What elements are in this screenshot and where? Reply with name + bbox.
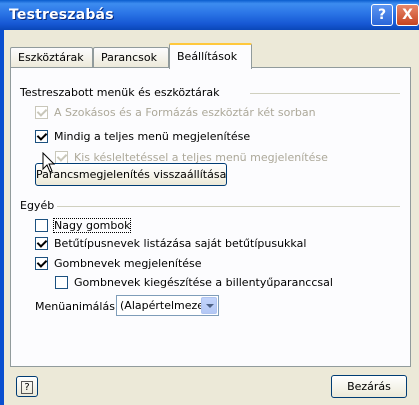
mouse-pointer-icon bbox=[42, 152, 56, 173]
tab-toolbars-label: Eszköztárak bbox=[18, 51, 84, 64]
window-title: Testreszabás bbox=[9, 7, 114, 23]
large-icons-checkbox[interactable] bbox=[35, 219, 48, 232]
titlebar-help-button[interactable]: ? bbox=[371, 4, 393, 26]
menu-animation-select[interactable]: (Alapértelmezett) bbox=[116, 295, 219, 316]
two-rows-label: A Szokásos és a Formázás eszköztár két s… bbox=[54, 106, 316, 119]
other-group-heading: Egyéb bbox=[20, 199, 55, 212]
dropdown-arrow-icon[interactable] bbox=[201, 297, 217, 314]
reset-usage-button[interactable]: Parancsmegjelenítés visszaállítása bbox=[35, 163, 227, 186]
screentips-label: Gombnevek megjelenítése bbox=[54, 257, 202, 270]
full-menus-checkbox[interactable] bbox=[35, 130, 48, 143]
customize-dialog: Testreszabás ? X Eszköztárak Parancsok B… bbox=[0, 0, 419, 405]
option-full-menus[interactable]: Mindig a teljes menü megjelenítése bbox=[35, 130, 250, 143]
close-button[interactable]: Bezárás bbox=[331, 375, 407, 398]
two-rows-checkbox[interactable] bbox=[35, 106, 48, 119]
option-large-icons[interactable]: Nagy gombok bbox=[35, 218, 132, 233]
window-frame bbox=[0, 30, 4, 405]
option-font-names[interactable]: Betűtípusnevek listázása saját betűtípus… bbox=[35, 237, 306, 250]
option-two-rows[interactable]: A Szokásos és a Formázás eszköztár két s… bbox=[35, 106, 316, 119]
font-names-label: Betűtípusnevek listázása saját betűtípus… bbox=[54, 237, 307, 250]
help-icon: ? bbox=[21, 381, 33, 394]
other-group-divider bbox=[57, 206, 400, 207]
tab-toolbars[interactable]: Eszköztárak bbox=[10, 47, 93, 68]
help-button[interactable]: ? bbox=[16, 376, 38, 397]
tab-bar: Eszköztárak Parancsok Beállítások bbox=[10, 43, 410, 69]
shortcut-keys-label: Gombnevek kiegészítése a billentyűparanc… bbox=[74, 276, 333, 289]
menus-group-divider bbox=[250, 93, 400, 94]
menus-group-heading: Testreszabott menük és eszköztárak bbox=[20, 86, 220, 99]
option-shortcut-keys[interactable]: Gombnevek kiegészítése a billentyűparanc… bbox=[55, 276, 333, 289]
full-menus-label: Mindig a teljes menü megjelenítése bbox=[54, 130, 251, 143]
tab-commands[interactable]: Parancsok bbox=[93, 47, 169, 68]
shortcut-keys-checkbox[interactable] bbox=[55, 276, 68, 289]
option-screentips[interactable]: Gombnevek megjelenítése bbox=[35, 257, 202, 270]
tab-options[interactable]: Beállítások bbox=[169, 43, 252, 69]
large-icons-label: Nagy gombok bbox=[52, 218, 132, 233]
tab-commands-label: Parancsok bbox=[101, 51, 157, 64]
titlebar-close-button[interactable]: X bbox=[396, 4, 419, 26]
menu-animation-label: Menüanimálás: bbox=[35, 300, 119, 313]
tab-options-label: Beállítások bbox=[177, 50, 238, 63]
title-bar[interactable]: Testreszabás ? X bbox=[0, 0, 419, 30]
font-names-checkbox[interactable] bbox=[35, 237, 48, 250]
screentips-checkbox[interactable] bbox=[35, 257, 48, 270]
